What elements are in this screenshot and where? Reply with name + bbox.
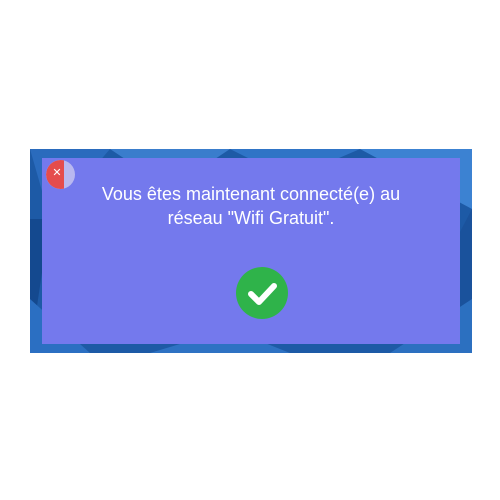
close-icon: ✕	[52, 166, 62, 179]
success-badge	[236, 267, 288, 319]
screen-frame: ✕ Vous êtes maintenant connecté(e) au ré…	[30, 149, 472, 353]
connection-message: Vous êtes maintenant connecté(e) au rése…	[42, 182, 460, 230]
message-line-2: réseau "Wifi Gratuit".	[167, 208, 335, 228]
checkmark-icon	[248, 283, 277, 305]
wifi-connected-dialog: ✕ Vous êtes maintenant connecté(e) au ré…	[42, 158, 460, 344]
message-line-1: Vous êtes maintenant connecté(e) au	[101, 184, 401, 204]
